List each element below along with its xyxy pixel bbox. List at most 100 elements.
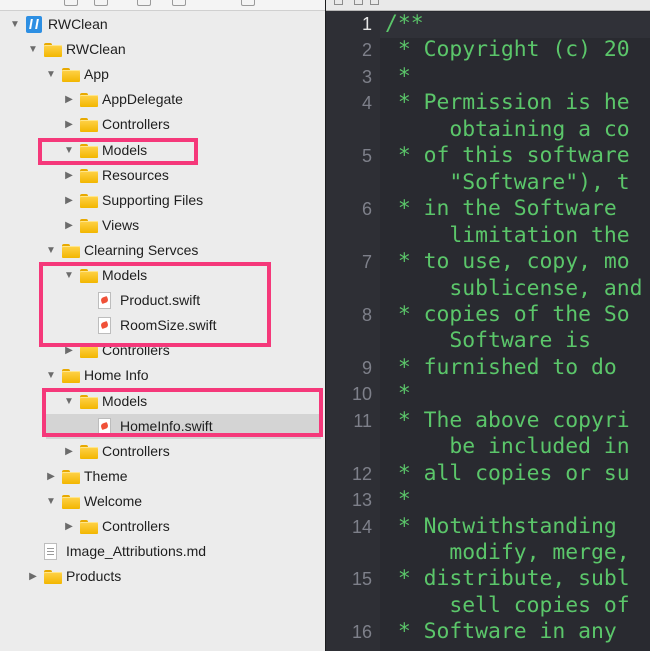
folder-icon <box>80 218 98 233</box>
line-number[interactable]: 10 <box>326 384 372 405</box>
tree-row-label: AppDelegate <box>102 91 183 108</box>
tree-row[interactable]: ▶ Controllers <box>0 112 325 137</box>
code-line: * <box>385 63 411 89</box>
disclosure-expanded-icon[interactable]: ▼ <box>8 12 22 37</box>
line-number[interactable]: 12 <box>326 464 372 485</box>
folder-icon <box>80 444 98 459</box>
tree-row-label: App <box>84 66 109 83</box>
line-number[interactable]: 11 <box>326 411 372 432</box>
source-editor[interactable]: 1 2 3 4 5 6 7 8 9 10 11 12 13 14 15 16 /** * Copyright … <box>326 0 650 651</box>
disclosure-expanded-icon[interactable]: ▼ <box>26 37 40 62</box>
source-control-icon[interactable] <box>64 0 78 6</box>
tree-row[interactable]: ▶ Controllers <box>0 439 325 464</box>
disclosure-collapsed-icon[interactable]: ▶ <box>62 439 76 464</box>
line-number[interactable]: 7 <box>326 252 372 273</box>
disclosure-collapsed-icon[interactable]: ▶ <box>62 112 76 137</box>
code-line: * distribute, subl <box>385 566 630 592</box>
line-number[interactable]: 5 <box>326 146 372 167</box>
line-number[interactable]: 3 <box>326 67 372 88</box>
disclosure-collapsed-icon[interactable]: ▶ <box>62 188 76 213</box>
tree-row-label: Welcome <box>84 492 143 509</box>
tree-row[interactable]: ▶ AppDelegate <box>0 87 325 112</box>
project-navigator: ▼ RWClean ▼ RWClean ▼ App ▶ AppDelegate ▶ Control… <box>0 0 325 651</box>
disclosure-expanded-icon[interactable]: ▼ <box>44 238 58 263</box>
folder-icon <box>62 494 80 509</box>
line-number[interactable]: 4 <box>326 93 372 114</box>
tree-row-label: Controllers <box>102 442 170 459</box>
issue-navigator-icon[interactable] <box>172 0 186 6</box>
tree-row[interactable]: ▶ Controllers <box>0 514 325 539</box>
tree-row-label: Clearning Servces <box>84 241 199 258</box>
disclosure-expanded-icon[interactable]: ▼ <box>44 62 58 87</box>
code-line: * The above copyri <box>385 407 630 433</box>
tree-row[interactable]: ▶ Products <box>0 564 325 589</box>
breakpoint-navigator-icon[interactable] <box>241 0 255 6</box>
folder-icon <box>44 570 62 585</box>
find-navigator-icon[interactable] <box>137 0 151 6</box>
line-number[interactable]: 8 <box>326 305 372 326</box>
disclosure-expanded-icon[interactable]: ▼ <box>44 363 58 388</box>
disclosure-collapsed-icon[interactable]: ▶ <box>62 163 76 188</box>
tree-row[interactable]: ▶ Resources <box>0 163 325 188</box>
code-line: * copies of the So <box>385 301 630 327</box>
symbol-navigator-icon[interactable] <box>94 0 108 6</box>
tree-row[interactable]: ▼ App <box>0 62 325 87</box>
folder-icon <box>62 243 80 258</box>
code-line: * furnished to do <box>385 354 630 380</box>
folder-icon <box>80 118 98 133</box>
forward-icon[interactable] <box>370 0 379 5</box>
disclosure-collapsed-icon[interactable]: ▶ <box>62 87 76 112</box>
line-number[interactable]: 13 <box>326 490 372 511</box>
tree-row[interactable]: ▼ Clearning Servces <box>0 238 325 263</box>
code-line: * Copyright (c) 20 <box>385 37 630 63</box>
jump-bar <box>326 0 650 11</box>
line-number[interactable]: 1 <box>326 14 372 35</box>
line-number[interactable]: 2 <box>326 40 372 61</box>
code-line: obtaining a co <box>385 116 630 142</box>
folder-icon <box>80 168 98 183</box>
tree-row[interactable]: ▶ Views <box>0 213 325 238</box>
code-line: * Notwithstanding <box>385 513 630 539</box>
code-line: * Permission is he <box>385 90 630 116</box>
line-number-gutter: 1 2 3 4 5 6 7 8 9 10 11 12 13 14 15 16 <box>326 11 380 651</box>
tree-row-label: Products <box>66 568 122 585</box>
tree-row[interactable]: ▶ Theme <box>0 464 325 489</box>
folder-icon <box>80 193 98 208</box>
folder-icon <box>62 68 80 83</box>
tree-row[interactable]: ▼ RWClean <box>0 37 325 62</box>
code-line: limitation the <box>385 222 630 248</box>
tree-row[interactable]: ▼ Welcome <box>0 489 325 514</box>
code-line: * of this software <box>385 143 630 169</box>
tree-row[interactable]: ▼ Home Info <box>0 363 325 388</box>
code-line: * all copies or su <box>385 460 630 486</box>
related-items-icon[interactable] <box>334 0 343 5</box>
markdown-file-icon <box>44 543 57 561</box>
highlight-box-app-models <box>38 138 198 165</box>
line-number[interactable]: 6 <box>326 199 372 220</box>
tree-row[interactable]: ▼ RWClean <box>0 12 325 37</box>
disclosure-collapsed-icon[interactable]: ▶ <box>44 464 58 489</box>
code-line: /** <box>385 11 424 36</box>
back-icon[interactable] <box>354 0 363 5</box>
line-number[interactable]: 16 <box>326 622 372 643</box>
tree-row[interactable]: ▶ Supporting Files <box>0 188 325 213</box>
tree-row-label: Supporting Files <box>102 191 204 208</box>
code-line: * Software in any <box>385 619 630 645</box>
tree-row-label: RWClean <box>48 16 108 32</box>
disclosure-expanded-icon[interactable]: ▼ <box>44 489 58 514</box>
code-line: sublicense, and <box>385 275 643 301</box>
tree-row-label: Image_Attributions.md <box>66 543 207 560</box>
highlight-box-cleaning-models <box>39 262 271 347</box>
disclosure-collapsed-icon[interactable]: ▶ <box>62 213 76 238</box>
folder-icon <box>62 469 80 484</box>
disclosure-collapsed-icon[interactable]: ▶ <box>62 514 76 539</box>
code-line: * <box>385 381 411 407</box>
disclosure-collapsed-icon[interactable]: ▶ <box>26 564 40 589</box>
line-number[interactable]: 14 <box>326 517 372 538</box>
folder-icon <box>80 93 98 108</box>
tree-row-label: Controllers <box>102 518 170 534</box>
line-number[interactable]: 15 <box>326 569 372 590</box>
line-number[interactable]: 9 <box>326 358 372 379</box>
tree-row-label: Controllers <box>102 116 170 133</box>
tree-row[interactable]: Image_Attributions.md <box>0 539 325 564</box>
